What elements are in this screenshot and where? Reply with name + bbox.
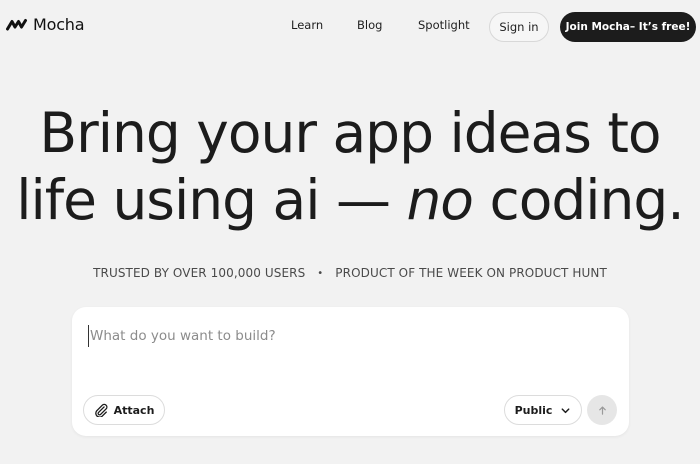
logo[interactable]: Mocha [6, 15, 85, 34]
hero-line-2-start: life using ai — [16, 168, 407, 232]
visibility-select[interactable]: Public [504, 395, 582, 425]
trust-users: TRUSTED BY OVER 100,000 USERS [93, 266, 306, 280]
paperclip-icon [94, 403, 108, 417]
logo-text: Mocha [33, 15, 85, 34]
arrow-up-icon [598, 405, 606, 415]
trust-line: TRUSTED BY OVER 100,000 USERS • PRODUCT … [0, 266, 700, 280]
hero-line-1: Bring your app ideas to [39, 101, 661, 165]
visibility-label: Public [514, 403, 553, 417]
nav-blog-link[interactable]: Blog [357, 18, 382, 32]
prompt-card: Attach Public [72, 307, 629, 436]
hero-line-2-end: coding. [472, 168, 684, 232]
chevron-down-icon [561, 407, 570, 413]
attach-button[interactable]: Attach [83, 395, 165, 425]
mocha-wave-icon [6, 18, 27, 30]
attach-label: Attach [113, 403, 155, 417]
send-button[interactable] [587, 395, 617, 425]
nav-spotlight-link[interactable]: Spotlight [418, 18, 470, 32]
join-mocha-button[interactable]: Join Mocha– It’s free! [560, 12, 696, 42]
trust-separator: • [317, 267, 324, 279]
nav-learn-link[interactable]: Learn [291, 18, 323, 32]
trust-product-hunt: PRODUCT OF THE WEEK ON PRODUCT HUNT [335, 266, 607, 280]
hero-headline: Bring your app ideas to life using ai — … [0, 100, 700, 234]
page: Mocha Learn Blog Spotlight Sign in Join … [0, 0, 700, 464]
sign-in-button[interactable]: Sign in [489, 12, 549, 42]
prompt-input[interactable] [88, 325, 608, 347]
hero-line-2-emphasis: no [406, 168, 474, 232]
